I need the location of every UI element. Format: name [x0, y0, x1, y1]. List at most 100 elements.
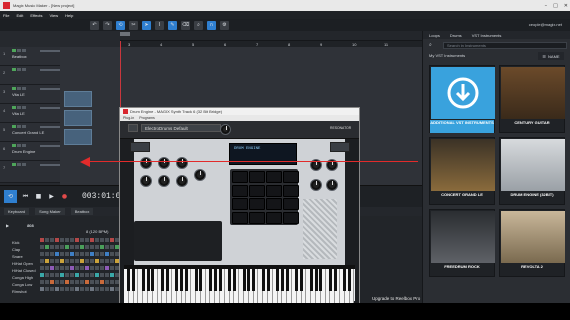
- beat-step[interactable]: [70, 273, 74, 277]
- beat-step[interactable]: [85, 273, 89, 277]
- black-key[interactable]: [300, 269, 304, 291]
- drum-pad[interactable]: [283, 184, 299, 197]
- beat-step[interactable]: [100, 245, 104, 249]
- black-key[interactable]: [180, 269, 184, 291]
- beat-step[interactable]: [105, 273, 109, 277]
- audio-clip[interactable]: [64, 91, 92, 107]
- tile-concert-grand[interactable]: CONCERT GRAND LE: [429, 137, 495, 205]
- beat-step[interactable]: [50, 238, 54, 242]
- beat-step[interactable]: [65, 273, 69, 277]
- menu-help[interactable]: Help: [65, 13, 73, 18]
- menu-programs[interactable]: Programs: [139, 116, 155, 120]
- tile-century-guitar[interactable]: CENTURY GUITAR: [499, 65, 565, 133]
- beat-step[interactable]: [80, 245, 84, 249]
- black-key[interactable]: [276, 269, 280, 291]
- mute-button[interactable]: [12, 49, 16, 52]
- beat-step[interactable]: [90, 280, 94, 284]
- beat-step[interactable]: [55, 280, 59, 284]
- beat-step[interactable]: [55, 245, 59, 249]
- drum-row[interactable]: HiHat Open: [12, 260, 33, 266]
- beatbox-tempo[interactable]: 8 (120 BPM): [86, 229, 108, 234]
- beat-step[interactable]: [85, 266, 89, 270]
- stop-icon[interactable]: ■: [32, 190, 45, 203]
- beat-step[interactable]: [75, 266, 79, 270]
- parameter-knob[interactable]: [310, 179, 322, 191]
- beat-step[interactable]: [50, 287, 54, 291]
- beat-step[interactable]: [105, 245, 109, 249]
- black-key[interactable]: [247, 269, 251, 291]
- tile-revolta-2[interactable]: REVOLTA 2: [499, 209, 565, 277]
- tab-beatbox[interactable]: Beatbox: [70, 208, 94, 215]
- beat-step[interactable]: [55, 252, 59, 256]
- beat-step[interactable]: [75, 252, 79, 256]
- black-key[interactable]: [285, 269, 289, 291]
- beat-step[interactable]: [50, 266, 54, 270]
- beat-step[interactable]: [50, 273, 54, 277]
- search-icon[interactable]: ⌕: [429, 42, 432, 48]
- black-key[interactable]: [319, 269, 323, 291]
- pencil-icon[interactable]: ✎: [168, 20, 177, 30]
- black-key[interactable]: [146, 269, 150, 291]
- beat-step[interactable]: [80, 252, 84, 256]
- beat-step[interactable]: [65, 245, 69, 249]
- drum-row[interactable]: Snare: [12, 253, 23, 259]
- black-key[interactable]: [261, 269, 265, 291]
- drum-row[interactable]: Conga Low: [12, 281, 32, 287]
- beat-step[interactable]: [40, 238, 44, 242]
- mute-button[interactable]: [12, 87, 16, 90]
- rec-button[interactable]: [22, 163, 26, 166]
- beat-step[interactable]: [55, 238, 59, 242]
- drum-pad[interactable]: [266, 171, 282, 183]
- beat-step[interactable]: [65, 280, 69, 284]
- tile-drum-engine[interactable]: DRUM ENGINE (32BIT): [499, 137, 565, 205]
- volume-slider[interactable]: [40, 50, 62, 52]
- drum-pad[interactable]: [283, 211, 299, 224]
- beat-step[interactable]: [110, 245, 114, 249]
- solo-button[interactable]: [17, 87, 21, 90]
- mute-button[interactable]: [12, 106, 16, 109]
- black-key[interactable]: [127, 269, 131, 291]
- solo-button[interactable]: [17, 163, 21, 166]
- beat-step[interactable]: [50, 252, 54, 256]
- solo-button[interactable]: [17, 106, 21, 109]
- beat-step[interactable]: [70, 259, 74, 263]
- drum-pad[interactable]: [266, 198, 282, 210]
- beat-step[interactable]: [110, 252, 114, 256]
- beat-step[interactable]: [60, 245, 64, 249]
- beat-step[interactable]: [110, 238, 114, 242]
- beat-step[interactable]: [100, 252, 104, 256]
- magnet-icon[interactable]: ∩: [207, 20, 216, 30]
- drum-row[interactable]: Conga High: [12, 274, 33, 280]
- beat-step[interactable]: [80, 280, 84, 284]
- menu-edit[interactable]: Edit: [16, 13, 23, 18]
- black-key[interactable]: [328, 269, 332, 291]
- beat-step[interactable]: [40, 259, 44, 263]
- black-key[interactable]: [175, 269, 179, 291]
- beat-step[interactable]: [85, 280, 89, 284]
- folder-label[interactable]: My VST Instruments: [429, 53, 465, 58]
- black-key[interactable]: [314, 269, 318, 291]
- beat-step[interactable]: [95, 259, 99, 263]
- beat-step[interactable]: [40, 280, 44, 284]
- beat-step[interactable]: [60, 280, 64, 284]
- tab-drums[interactable]: Drums: [450, 33, 462, 38]
- black-key[interactable]: [252, 269, 256, 291]
- beat-step[interactable]: [95, 252, 99, 256]
- preset-dropdown[interactable]: ElectroDrums Default: [141, 124, 221, 132]
- beat-step[interactable]: [45, 245, 49, 249]
- beat-step[interactable]: [80, 287, 84, 291]
- beat-step[interactable]: [105, 287, 109, 291]
- beat-step[interactable]: [70, 266, 74, 270]
- volume-slider[interactable]: [40, 126, 62, 128]
- parameter-knob[interactable]: [158, 157, 170, 169]
- beat-step[interactable]: [105, 238, 109, 242]
- search-input[interactable]: Search in Instruments: [443, 42, 567, 49]
- pointer-icon[interactable]: ➤: [142, 20, 151, 30]
- beat-step[interactable]: [50, 259, 54, 263]
- beat-step[interactable]: [110, 287, 114, 291]
- parameter-knob[interactable]: [176, 157, 188, 169]
- beat-step[interactable]: [40, 266, 44, 270]
- zoom-icon[interactable]: ⌕: [194, 20, 203, 30]
- drum-pad[interactable]: [232, 198, 248, 210]
- mute-button[interactable]: [12, 125, 16, 128]
